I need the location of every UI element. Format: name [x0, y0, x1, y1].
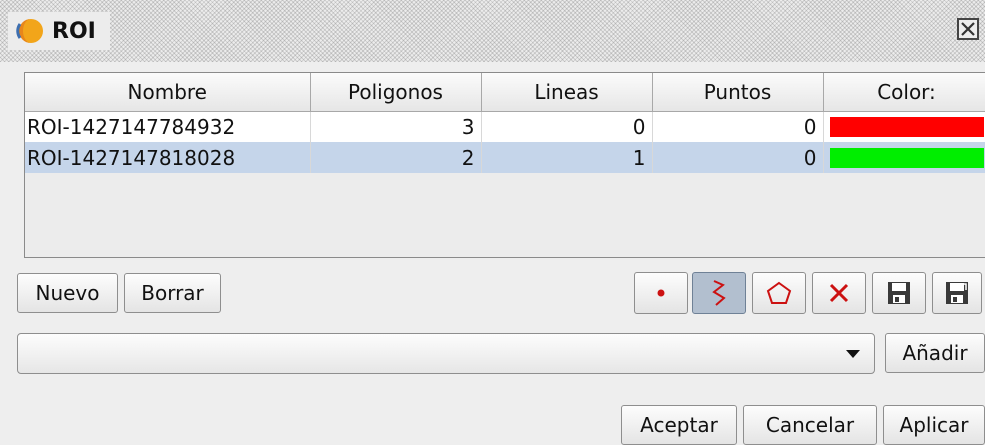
chevron-down-icon[interactable] [846, 350, 860, 358]
column-header-color[interactable]: Color: [823, 73, 985, 112]
column-header-lineas[interactable]: Lineas [481, 73, 653, 112]
point-tool-icon [657, 289, 665, 297]
window-title: ROI [52, 18, 96, 44]
aplicar-button[interactable]: Aplicar [883, 405, 985, 445]
column-header-puntos[interactable]: Puntos [652, 73, 824, 112]
cell-name[interactable]: ROI-1427147784932 [25, 111, 311, 142]
save-as-button[interactable] [932, 272, 982, 314]
table-header: Nombre Poligonos Lineas Puntos Color: [25, 73, 985, 112]
polygon-tool-button[interactable] [752, 272, 806, 314]
polyline-tool-icon [712, 280, 726, 306]
cell-color[interactable] [823, 111, 985, 142]
cell-lineas[interactable]: 1 [481, 142, 653, 173]
app-logo-icon [16, 19, 43, 43]
table-row[interactable]: ROI-1427147784932 3 0 0 [25, 111, 985, 142]
column-header-nombre[interactable]: Nombre [25, 73, 311, 112]
roi-table-panel: Nombre Poligonos Lineas Puntos Color: RO… [24, 72, 985, 258]
cell-puntos[interactable]: 0 [652, 111, 824, 142]
polyline-tool-button[interactable] [692, 272, 746, 314]
borrar-button[interactable]: Borrar [124, 273, 221, 313]
column-header-poligonos[interactable]: Poligonos [310, 73, 482, 112]
close-icon [961, 22, 975, 36]
polygon-tool-icon [766, 281, 792, 304]
close-button[interactable] [957, 18, 979, 40]
color-swatch[interactable] [829, 116, 984, 137]
anadir-button[interactable]: Añadir [885, 333, 985, 373]
cancelar-button[interactable]: Cancelar [743, 405, 877, 445]
title-bar[interactable]: ROI [0, 0, 985, 62]
cell-name[interactable]: ROI-1427147818028 [25, 142, 311, 173]
cell-lineas[interactable]: 0 [481, 111, 653, 142]
cell-poligonos[interactable]: 3 [310, 111, 482, 142]
nuevo-button[interactable]: Nuevo [17, 273, 118, 313]
point-tool-button[interactable] [634, 272, 688, 314]
save-as-icon [946, 282, 968, 304]
delete-tool-button[interactable] [812, 272, 866, 314]
cell-color[interactable] [823, 142, 985, 173]
cell-poligonos[interactable]: 2 [310, 142, 482, 173]
table-row[interactable]: ROI-1427147818028 2 1 0 [25, 142, 985, 173]
delete-tool-icon [829, 283, 849, 303]
roi-combo-box[interactable] [17, 333, 875, 374]
save-button[interactable] [872, 272, 926, 314]
aceptar-button[interactable]: Aceptar [621, 405, 737, 445]
title-label-group: ROI [8, 12, 110, 50]
cell-puntos[interactable]: 0 [652, 142, 824, 173]
save-icon [888, 282, 910, 304]
roi-table: Nombre Poligonos Lineas Puntos Color: RO… [25, 73, 985, 173]
color-swatch[interactable] [829, 147, 984, 168]
